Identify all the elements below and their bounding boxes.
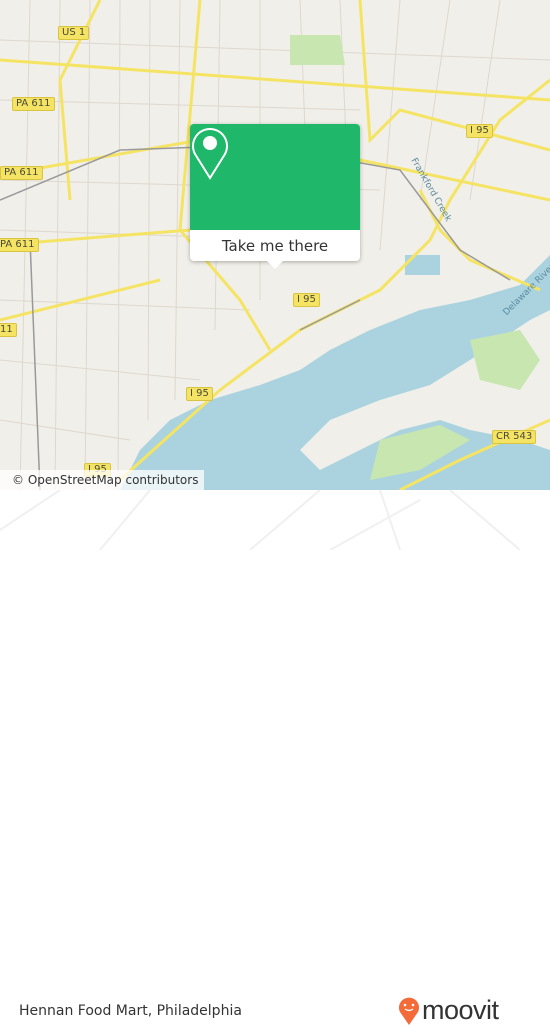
- place-name: Hennan Food Mart, Philadelphia: [19, 1003, 242, 1019]
- route-shield: CR 543: [492, 430, 537, 444]
- route-shield: I 95: [466, 124, 493, 138]
- map-pin-icon: [192, 128, 228, 180]
- location-popup: Take me there: [190, 124, 360, 269]
- popup-tail: [267, 261, 283, 269]
- moovit-logo[interactable]: moovit: [398, 995, 499, 1026]
- route-shield: US 1: [58, 26, 90, 40]
- footer: Hennan Food Mart, Philadelphia moovit: [0, 490, 550, 1025]
- route-shield: I 95: [293, 293, 320, 307]
- route-shield: PA 611: [12, 97, 55, 111]
- map-canvas[interactable]: US 1 PA 611 PA 611 PA 611 11 I 95 I 95 I…: [0, 0, 550, 490]
- route-shield: PA 611: [0, 238, 39, 252]
- route-shield: 11: [0, 323, 17, 337]
- take-me-there-button[interactable]: Take me there: [190, 230, 360, 261]
- osm-attribution[interactable]: © OpenStreetMap contributors: [0, 470, 205, 490]
- route-shield: PA 611: [0, 166, 43, 180]
- moovit-pin-icon: [399, 997, 419, 1025]
- footer-pattern: [0, 490, 521, 550]
- park: [470, 330, 540, 390]
- logo-text: moovit: [422, 995, 499, 1025]
- popup-header: [190, 124, 360, 230]
- park: [290, 35, 345, 65]
- route-shield: I 95: [186, 387, 213, 401]
